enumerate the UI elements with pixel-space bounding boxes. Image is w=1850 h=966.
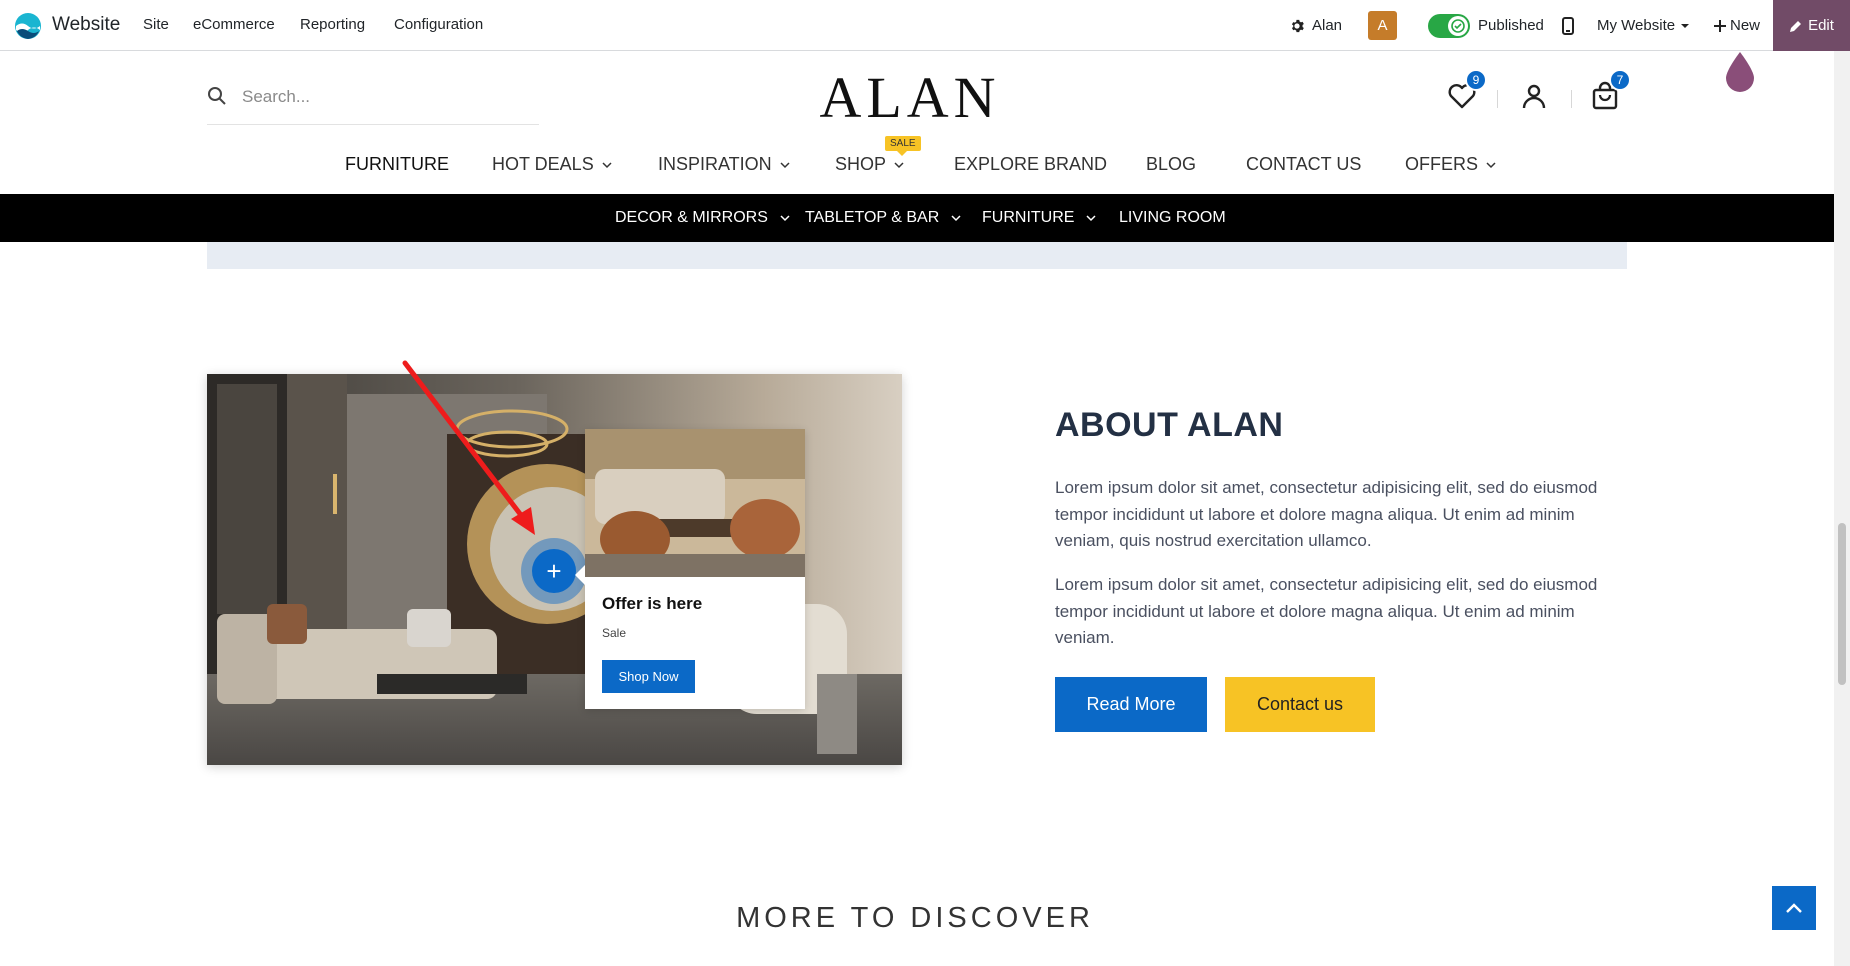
about-title: ABOUT ALAN — [1055, 406, 1284, 444]
divider — [1571, 90, 1572, 108]
nav-furniture[interactable]: FURNITURE — [345, 154, 449, 175]
subnav-label: TABLETOP & BAR — [805, 209, 940, 226]
nav-label: INSPIRATION — [658, 154, 772, 174]
page-scrollbar[interactable] — [1834, 51, 1850, 966]
scrollbar-thumb[interactable] — [1838, 523, 1846, 685]
published-switch[interactable] — [1428, 13, 1470, 38]
shop-now-button[interactable]: Shop Now — [602, 660, 695, 693]
menu-site[interactable]: Site — [143, 16, 169, 33]
chevron-down-icon — [780, 161, 790, 168]
nav-offers[interactable]: OFFERS — [1405, 154, 1496, 175]
user-name: Alan — [1312, 17, 1343, 34]
chevron-down-icon — [780, 215, 790, 222]
chevron-down-icon — [1486, 161, 1496, 168]
caret-down-icon — [1681, 23, 1690, 28]
menu-configuration[interactable]: Configuration — [394, 16, 483, 33]
nav-label: EXPLORE BRAND — [954, 154, 1108, 174]
published-label: Published — [1478, 17, 1544, 34]
hotspot-plus-button[interactable]: + — [532, 549, 576, 593]
popup-sofa-image — [585, 429, 805, 577]
scroll-to-top-button[interactable] — [1772, 886, 1816, 930]
new-button[interactable]: New — [1714, 0, 1760, 51]
user-icon[interactable] — [1518, 80, 1550, 112]
section-title: MORE TO DISCOVER — [736, 902, 1094, 934]
red-arrow-annotation — [402, 360, 535, 535]
edit-label: Edit — [1808, 17, 1834, 34]
popup-subtitle: Sale — [602, 626, 627, 640]
theme-drop-icon[interactable] — [1724, 50, 1756, 92]
nav-label: BLOG — [1146, 154, 1197, 174]
website-selector[interactable]: My Website — [1597, 0, 1691, 51]
about-paragraph-1: Lorem ipsum dolor sit amet, consectetur … — [1055, 478, 1598, 550]
search-bar — [207, 80, 539, 125]
nav-explore-brand[interactable]: EXPLORE BRAND — [954, 154, 1107, 175]
mobile-preview-icon[interactable] — [1562, 16, 1574, 35]
search-input[interactable] — [242, 84, 532, 110]
website-app-icon[interactable] — [14, 12, 42, 40]
content-band — [207, 242, 1627, 269]
chevron-down-icon — [1086, 215, 1096, 222]
website-selector-label: My Website — [1597, 17, 1676, 34]
subnav-living-room[interactable]: LIVING ROOM — [1119, 209, 1226, 227]
admin-navbar: Website Site eCommerce Reporting Configu… — [0, 0, 1850, 51]
subnav-decor-mirrors[interactable]: DECOR & MIRRORS — [615, 209, 790, 227]
check-icon — [1451, 18, 1465, 33]
plus-icon — [1714, 19, 1726, 32]
about-paragraph-2: Lorem ipsum dolor sit amet, consectetur … — [1055, 575, 1598, 647]
wishlist-count-badge: 9 — [1465, 69, 1487, 91]
subnav-tabletop-bar[interactable]: TABLETOP & BAR — [805, 209, 961, 227]
nav-label: OFFERS — [1405, 154, 1479, 174]
nav-label: HOT DEALS — [492, 154, 594, 174]
popup-title: Offer is here — [602, 594, 703, 613]
sale-tag: SALE — [885, 136, 921, 156]
nav-label: FURNITURE — [345, 154, 449, 174]
app-name[interactable]: Website — [52, 14, 120, 36]
subnav-label: LIVING ROOM — [1119, 209, 1226, 226]
chevron-down-icon — [951, 215, 961, 222]
divider — [1497, 90, 1498, 108]
cart-count-badge: 7 — [1609, 69, 1631, 91]
pencil-icon — [1790, 20, 1802, 32]
nav-label: SHOP — [835, 154, 887, 174]
category-subnav: DECOR & MIRRORS TABLETOP & BAR FURNITURE… — [0, 194, 1834, 242]
brand-logo[interactable]: ALAN — [790, 64, 1030, 132]
nav-blog[interactable]: BLOG — [1146, 154, 1196, 175]
search-icon[interactable] — [207, 86, 227, 106]
nav-label: CONTACT US — [1246, 154, 1362, 174]
chevron-down-icon — [894, 161, 904, 168]
nav-inspiration[interactable]: INSPIRATION — [658, 154, 790, 175]
hotspot-popup: Offer is here Sale Shop Now — [575, 429, 805, 709]
user-menu[interactable]: Alan — [1290, 0, 1342, 51]
avatar[interactable]: A — [1368, 11, 1397, 40]
nav-contact-us[interactable]: CONTACT US — [1246, 154, 1361, 175]
sofa-illustration — [585, 429, 805, 577]
nav-shop[interactable]: SHOP — [835, 154, 904, 175]
gear-icon — [1291, 19, 1304, 32]
menu-ecommerce[interactable]: eCommerce — [193, 16, 275, 33]
menu-reporting[interactable]: Reporting — [300, 16, 365, 33]
subnav-label: FURNITURE — [982, 209, 1075, 226]
subnav-label: DECOR & MIRRORS — [615, 209, 768, 226]
read-more-button[interactable]: Read More — [1055, 677, 1207, 732]
publish-toggle[interactable]: Published — [1428, 0, 1544, 51]
chevron-up-icon — [1786, 903, 1802, 913]
new-label: New — [1730, 17, 1761, 34]
edit-button[interactable]: Edit — [1773, 0, 1850, 51]
subnav-furniture[interactable]: FURNITURE — [982, 209, 1096, 227]
chevron-down-icon — [602, 161, 612, 168]
contact-us-button[interactable]: Contact us — [1225, 677, 1375, 732]
nav-hot-deals[interactable]: HOT DEALS — [492, 154, 612, 175]
